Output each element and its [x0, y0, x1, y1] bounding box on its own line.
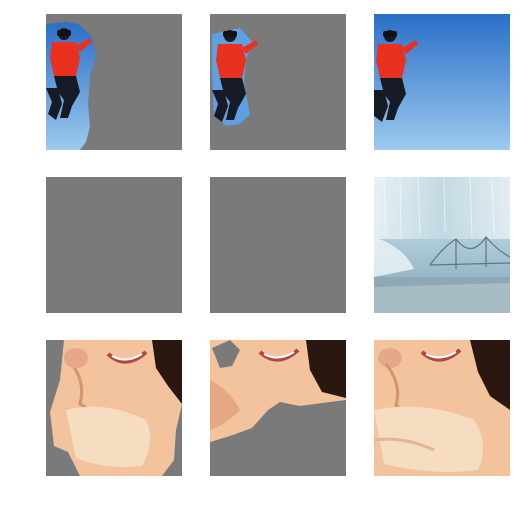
row3-masked-corners-tile: [46, 340, 182, 476]
jumper-partial-mask-image: [46, 14, 182, 150]
waterfall-bridge-image: [374, 177, 510, 313]
woman-phone-partial-mask-bottom-image: [210, 340, 346, 476]
jumper-subject-mask-image: [210, 14, 346, 150]
row2-empty-mask-tile-2: [210, 177, 346, 313]
row2-empty-mask-tile-1: [46, 177, 182, 313]
row1-original-tile: [374, 14, 510, 150]
row3-masked-bottom-tile: [210, 340, 346, 476]
woman-phone-partial-mask-image: [46, 340, 182, 476]
woman-phone-original-image: [374, 340, 510, 476]
row1-masked-left-tile: [46, 14, 182, 150]
jumper-original-image: [374, 14, 510, 150]
row1-subject-mask-tile: [210, 14, 346, 150]
row2-original-tile: [374, 177, 510, 313]
row3-original-tile: [374, 340, 510, 476]
